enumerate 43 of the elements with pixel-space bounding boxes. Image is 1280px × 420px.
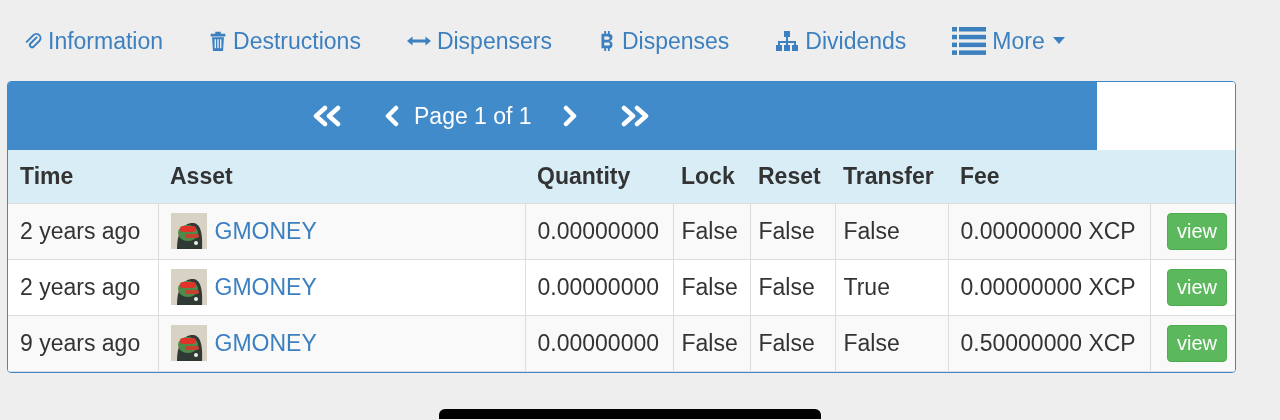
- trash-icon: [209, 29, 228, 52]
- nav-link[interactable]: Information: [24, 29, 164, 52]
- table-cell: 0.00000000 XCP: [960, 217, 1136, 244]
- table-cell: 9 years ago: [20, 329, 141, 356]
- column-header: Fee: [960, 162, 1000, 189]
- view-button[interactable]: view: [1167, 268, 1227, 306]
- table-cell: 0.00000000: [537, 273, 659, 300]
- next-page-icon[interactable]: [561, 105, 578, 127]
- list-icon: [952, 26, 987, 55]
- asset-link[interactable]: GMONEY: [214, 273, 317, 301]
- table-cell: 0.00000000 XCP: [960, 273, 1136, 300]
- table-cell: 2 years ago: [20, 273, 141, 300]
- nav-link[interactable]: More: [952, 29, 1065, 52]
- nav-link[interactable]: Destructions: [209, 29, 361, 52]
- table-cell: False: [843, 329, 900, 356]
- nav-link[interactable]: Dispensers: [406, 29, 552, 52]
- table-cell: False: [681, 217, 738, 244]
- table-cell: 0.00000000: [537, 217, 659, 244]
- column-header: Transfer: [843, 162, 934, 189]
- asset-link[interactable]: GMONEY: [214, 329, 317, 357]
- column-header: Asset: [170, 162, 233, 189]
- table-cell: False: [758, 329, 815, 356]
- column-header: Lock: [681, 162, 735, 189]
- table-cell: False: [758, 273, 815, 300]
- table-cell: False: [758, 217, 815, 244]
- table-cell: False: [681, 273, 738, 300]
- nav-link[interactable]: Dispenses: [597, 29, 730, 52]
- column-header: Reset: [758, 162, 821, 189]
- view-button[interactable]: view: [1167, 212, 1227, 250]
- sitemap-icon: [775, 29, 800, 52]
- table-cell: False: [843, 217, 900, 244]
- previous-page-icon[interactable]: [384, 105, 400, 127]
- column-header: Time: [20, 162, 74, 189]
- table-cell: 0.50000000 XCP: [960, 329, 1136, 356]
- nav-link[interactable]: Dividends: [775, 29, 907, 52]
- page-indicator: Page 1 of 1: [414, 102, 532, 130]
- column-header: Quantity: [537, 162, 631, 189]
- table-cell: 0.00000000: [537, 329, 659, 356]
- asset-link[interactable]: GMONEY: [214, 217, 317, 245]
- table-cell: 2 years ago: [20, 217, 141, 244]
- table-cell: False: [681, 329, 738, 356]
- table-cell: True: [843, 273, 890, 300]
- view-button[interactable]: view: [1167, 324, 1227, 362]
